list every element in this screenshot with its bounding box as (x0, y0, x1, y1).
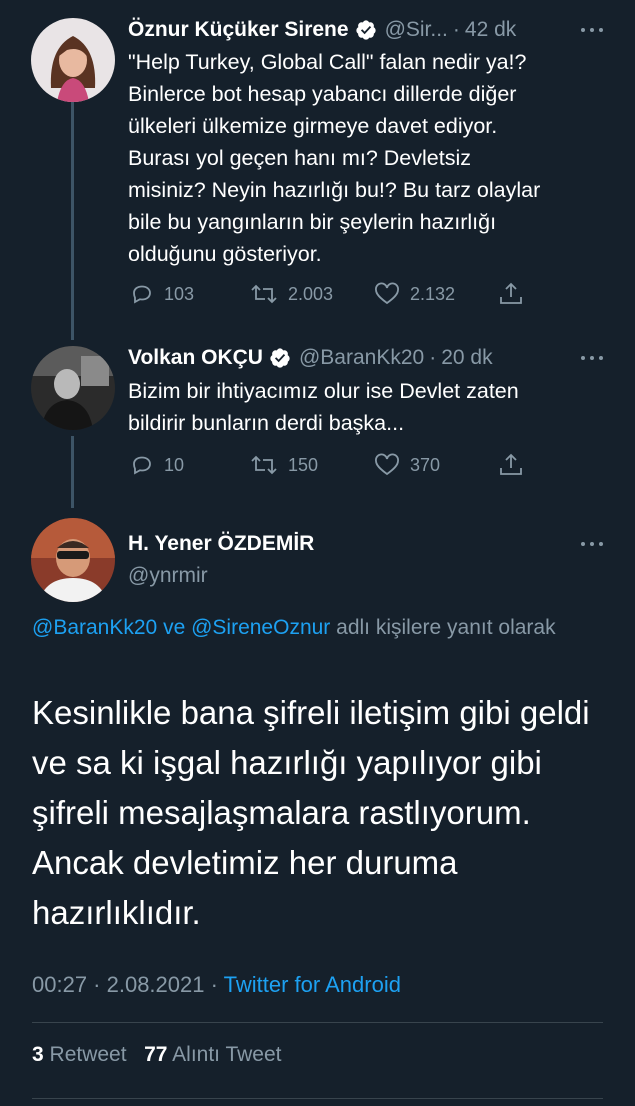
reply-count: 103 (164, 283, 195, 304)
share-icon (500, 453, 522, 475)
timestamp[interactable]: 42 dk (465, 18, 516, 42)
reply-to-connector: ve (157, 616, 192, 639)
tweet-meta: 00:27 · 2.08.2021 · Twitter for Android (32, 972, 401, 998)
handle[interactable]: @Sir... (385, 18, 448, 42)
display-name[interactable]: Öznur Küçüker Sirene (128, 18, 349, 42)
verified-badge-icon (269, 347, 291, 369)
tweet-actions: 10 150 370 (130, 450, 530, 480)
reply-button[interactable]: 10 (130, 453, 184, 477)
retweets-stat[interactable]: 3 Retweet (32, 1043, 127, 1066)
quote-label: Alıntı Tweet (172, 1043, 282, 1066)
main-tweet: H. Yener ÖZDEMİR @ynrmir @BaranKk20 ve @… (0, 508, 635, 1106)
retweet-icon (251, 284, 277, 304)
reply-mention-link[interactable]: @BaranKk20 (32, 616, 157, 639)
reply-count: 10 (164, 454, 185, 475)
replying-to: @BaranKk20 ve @SireneOznur adlı kişilere… (32, 611, 615, 645)
handle[interactable]: @BaranKk20 (299, 346, 424, 370)
heart-icon (375, 453, 399, 476)
tweet-header: Volkan OKÇU @BaranKk20 · 20 dk (128, 342, 605, 374)
share-button[interactable] (498, 281, 534, 307)
tweet-2[interactable]: Volkan OKÇU @BaranKk20 · 20 dk Bizim bir… (0, 330, 635, 508)
avatar[interactable] (31, 518, 115, 602)
like-count: 370 (410, 454, 441, 475)
more-options-icon[interactable] (581, 25, 603, 35)
retweet-button[interactable]: 150 (250, 453, 318, 477)
display-name[interactable]: Volkan OKÇU (128, 346, 263, 370)
retweet-button[interactable]: 2.003 (250, 282, 333, 306)
tweet-text: "Help Turkey, Global Call" falan nedir y… (128, 50, 541, 266)
tweet-stats: 3 Retweet 77 Alıntı Tweet (32, 1043, 281, 1067)
retweet-count: 150 (288, 454, 319, 475)
verified-badge-icon (355, 19, 377, 41)
share-button[interactable] (498, 452, 534, 478)
quote-tweets-stat[interactable]: 77 Alıntı Tweet (144, 1043, 281, 1066)
like-button[interactable]: 370 (374, 453, 440, 477)
heart-icon (375, 282, 399, 305)
like-count: 2.132 (410, 283, 456, 304)
display-name[interactable]: H. Yener ÖZDEMİR (128, 532, 314, 556)
separator-dot: · (452, 18, 460, 41)
tweet-text: Bizim bir ihtiyacımız olur ise Devlet za… (128, 379, 519, 435)
handle[interactable]: @ynrmir (128, 564, 208, 588)
divider (32, 1022, 603, 1023)
tweet-header: Öznur Küçüker Sirene @Sir... · 42 dk (128, 14, 605, 46)
source-link[interactable]: Twitter for Android (224, 972, 401, 997)
tweet-1[interactable]: Öznur Küçüker Sirene @Sir... · 42 dk "He… (0, 0, 635, 330)
tweet-header: H. Yener ÖZDEMİR (128, 528, 605, 560)
retweet-icon (251, 455, 277, 475)
handle-row: @ynrmir (128, 560, 605, 592)
reply-icon (133, 456, 151, 475)
quote-count: 77 (144, 1043, 168, 1066)
reply-button[interactable]: 103 (130, 282, 194, 306)
share-icon (500, 282, 522, 304)
more-options-icon[interactable] (581, 353, 603, 363)
timestamp[interactable]: 20 dk (441, 346, 492, 370)
avatar[interactable] (31, 346, 115, 430)
more-options-icon[interactable] (581, 539, 603, 549)
retweet-count: 3 (32, 1043, 44, 1066)
avatar[interactable] (31, 18, 115, 102)
timestamp[interactable]: 00:27 · 2.08.2021 · (32, 972, 224, 997)
main-tweet-text: Kesinlikle bana şifreli iletişim gibi ge… (32, 694, 590, 931)
like-button[interactable]: 2.132 (374, 282, 455, 306)
separator-dot: · (429, 346, 437, 369)
divider (32, 1098, 603, 1099)
retweet-count: 2.003 (288, 283, 334, 304)
retweet-label: Retweet (49, 1043, 127, 1066)
reply-icon (133, 285, 151, 304)
tweet-actions: 103 2.003 2.132 (130, 279, 530, 309)
reply-mention-link[interactable]: @SireneOznur (191, 616, 330, 639)
reply-to-suffix: adlı kişilere yanıt olarak (330, 616, 556, 639)
